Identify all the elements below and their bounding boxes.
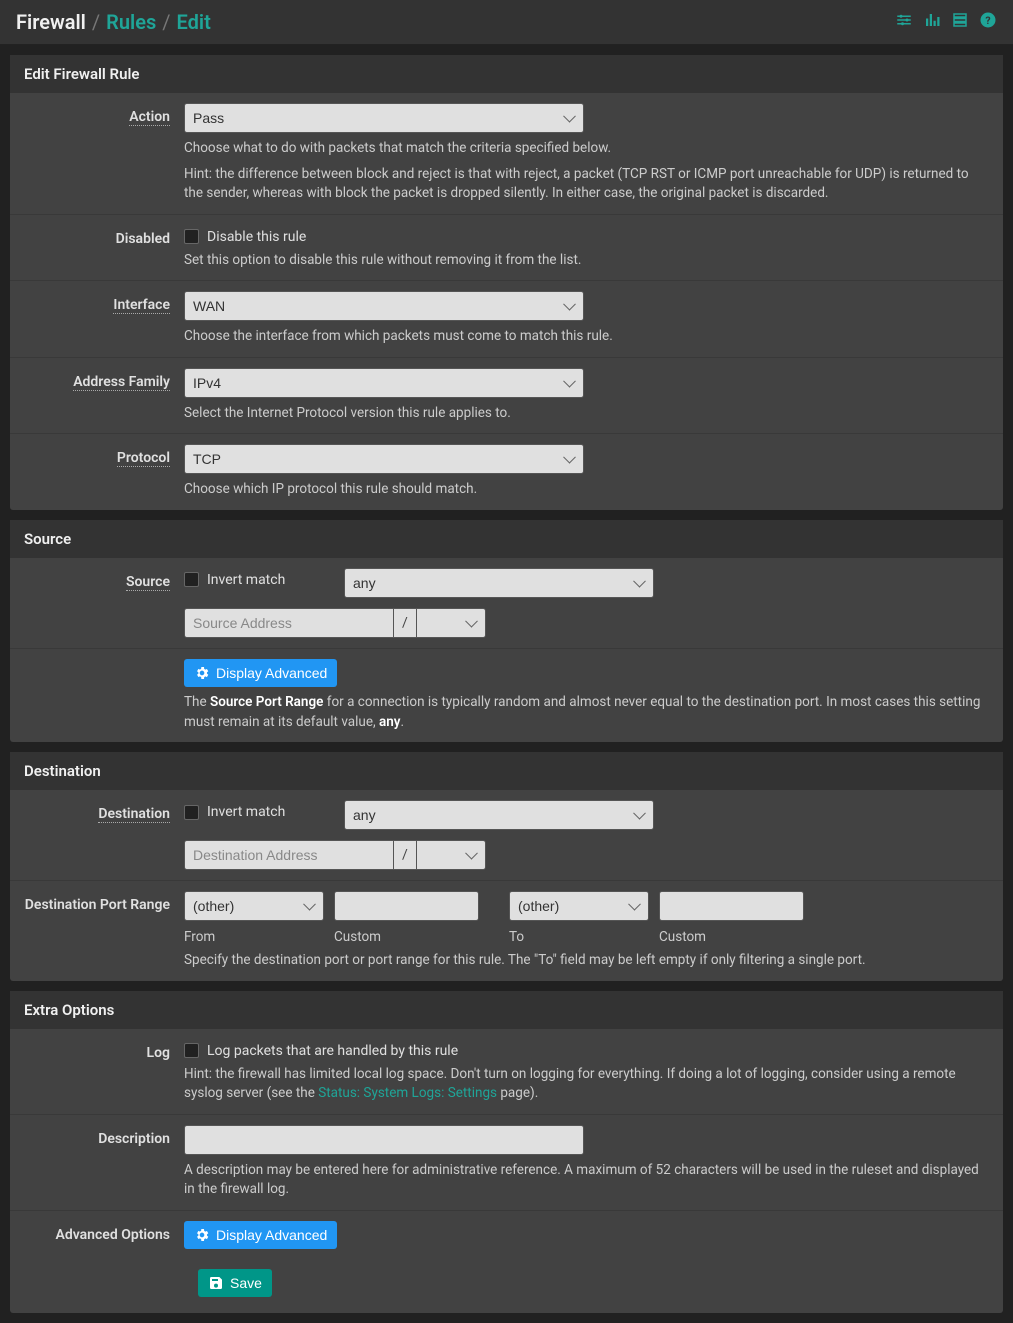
- source-type-select[interactable]: any: [344, 568, 654, 598]
- save-button[interactable]: Save: [198, 1269, 272, 1297]
- source-invert-label[interactable]: Invert match: [207, 572, 285, 588]
- help-protocol: Choose which IP protocol this rule shoul…: [184, 480, 989, 500]
- list-icon[interactable]: [951, 11, 969, 33]
- row-adv-options: Advanced Options Display Advanced: [10, 1210, 1003, 1259]
- source-mask-select[interactable]: [416, 608, 486, 638]
- dest-address-group: /: [184, 840, 486, 870]
- display-advanced-button[interactable]: Display Advanced: [184, 1221, 337, 1249]
- log-checkbox[interactable]: [184, 1043, 199, 1058]
- disabled-checkbox-label[interactable]: Disable this rule: [207, 229, 306, 245]
- label-dpr: Destination Port Range: [25, 897, 170, 913]
- dest-invert-label[interactable]: Invert match: [207, 804, 285, 820]
- mask-slash: /: [394, 608, 416, 638]
- label-adv-options: Advanced Options: [56, 1227, 170, 1243]
- label-destination: Destination: [98, 806, 170, 823]
- save-label: Save: [230, 1275, 262, 1291]
- panel-source: Source Source Invert match any /: [10, 520, 1003, 742]
- mask-slash: /: [394, 840, 416, 870]
- breadcrumb-l2[interactable]: Edit: [177, 10, 211, 34]
- row-destination: Destination Invert match any /: [10, 790, 1003, 880]
- footer: Save: [10, 1259, 1003, 1313]
- help-dpr: Specify the destination port or port ran…: [184, 951, 989, 971]
- dpr-from-custom-input[interactable]: [334, 891, 479, 921]
- log-checkbox-label[interactable]: Log packets that are handled by this rul…: [207, 1043, 458, 1059]
- help-disabled: Set this option to disable this rule wit…: [184, 251, 989, 271]
- source-address-input[interactable]: [184, 608, 394, 638]
- breadcrumb: Firewall / Rules / Edit: [16, 10, 211, 34]
- dpr-to-custom-sublabel: Custom: [659, 929, 804, 945]
- chart-icon[interactable]: [923, 11, 941, 33]
- source-invert-checkbox[interactable]: [184, 572, 199, 587]
- breadcrumb-l1[interactable]: Rules: [106, 10, 156, 34]
- settings-icon[interactable]: [895, 11, 913, 33]
- dpr-to-custom-input[interactable]: [659, 891, 804, 921]
- dpr-from-select[interactable]: (other): [184, 891, 324, 921]
- help-action-2: Hint: the difference between block and r…: [184, 165, 989, 204]
- help-icon[interactable]: ?: [979, 11, 997, 33]
- row-action: Action Pass Choose what to do with packe…: [10, 93, 1003, 214]
- help-source-adv: The Source Port Range for a connection i…: [184, 693, 989, 732]
- label-af: Address Family: [73, 374, 170, 391]
- dpr-from-sublabel: From: [184, 929, 324, 945]
- breadcrumb-icons: ?: [895, 11, 997, 33]
- display-advanced-label: Display Advanced: [216, 1227, 327, 1243]
- source-address-group: /: [184, 608, 486, 638]
- panel-destination: Destination Destination Invert match any…: [10, 752, 1003, 981]
- interface-select[interactable]: WAN: [184, 291, 584, 321]
- label-action: Action: [129, 109, 170, 126]
- syslog-settings-link[interactable]: Status: System Logs: Settings: [318, 1085, 497, 1101]
- save-icon: [208, 1275, 224, 1291]
- panel-title: Source: [10, 520, 1003, 558]
- label-log: Log: [147, 1045, 170, 1061]
- action-select[interactable]: Pass: [184, 103, 584, 133]
- dest-type-select[interactable]: any: [344, 800, 654, 830]
- display-advanced-button[interactable]: Display Advanced: [184, 659, 337, 687]
- help-description: A description may be entered here for ad…: [184, 1161, 989, 1200]
- dest-invert-checkbox[interactable]: [184, 805, 199, 820]
- breadcrumb-bar: Firewall / Rules / Edit ?: [0, 0, 1013, 45]
- label-protocol: Protocol: [117, 450, 170, 467]
- panel-title: Extra Options: [10, 991, 1003, 1029]
- description-input[interactable]: [184, 1125, 584, 1155]
- help-af: Select the Internet Protocol version thi…: [184, 404, 989, 424]
- breadcrumb-sep: /: [162, 10, 170, 34]
- row-dest-port-range: Destination Port Range (other) From Cust…: [10, 880, 1003, 981]
- panel-title: Destination: [10, 752, 1003, 790]
- gear-icon: [194, 665, 210, 681]
- breadcrumb-sep: /: [92, 10, 100, 34]
- breadcrumb-root: Firewall: [16, 10, 86, 34]
- dpr-to-select[interactable]: (other): [509, 891, 649, 921]
- af-select[interactable]: IPv4: [184, 368, 584, 398]
- protocol-select[interactable]: TCP: [184, 444, 584, 474]
- disabled-checkbox[interactable]: [184, 229, 199, 244]
- row-log: Log Log packets that are handled by this…: [10, 1029, 1003, 1114]
- display-advanced-label: Display Advanced: [216, 665, 327, 681]
- dest-address-input[interactable]: [184, 840, 394, 870]
- row-source: Source Invert match any /: [10, 558, 1003, 648]
- row-description: Description A description may be entered…: [10, 1114, 1003, 1210]
- gear-icon: [194, 1227, 210, 1243]
- panel-edit-rule: Edit Firewall Rule Action Pass Choose wh…: [10, 55, 1003, 510]
- svg-text:?: ?: [985, 14, 990, 27]
- label-interface: Interface: [113, 297, 170, 314]
- panel-title: Edit Firewall Rule: [10, 55, 1003, 93]
- help-interface: Choose the interface from which packets …: [184, 327, 989, 347]
- row-af: Address Family IPv4 Select the Internet …: [10, 357, 1003, 434]
- label-disabled: Disabled: [116, 231, 170, 247]
- row-protocol: Protocol TCP Choose which IP protocol th…: [10, 433, 1003, 510]
- help-log: Hint: the firewall has limited local log…: [184, 1065, 989, 1104]
- dest-mask-select[interactable]: [416, 840, 486, 870]
- label-description: Description: [98, 1131, 170, 1147]
- dpr-to-sublabel: To: [509, 929, 649, 945]
- label-source: Source: [126, 574, 170, 591]
- dpr-from-custom-sublabel: Custom: [334, 929, 479, 945]
- help-action-1: Choose what to do with packets that matc…: [184, 139, 989, 159]
- row-source-adv: Display Advanced The Source Port Range f…: [10, 648, 1003, 742]
- panel-extra: Extra Options Log Log packets that are h…: [10, 991, 1003, 1313]
- row-interface: Interface WAN Choose the interface from …: [10, 280, 1003, 357]
- row-disabled: Disabled Disable this rule Set this opti…: [10, 214, 1003, 281]
